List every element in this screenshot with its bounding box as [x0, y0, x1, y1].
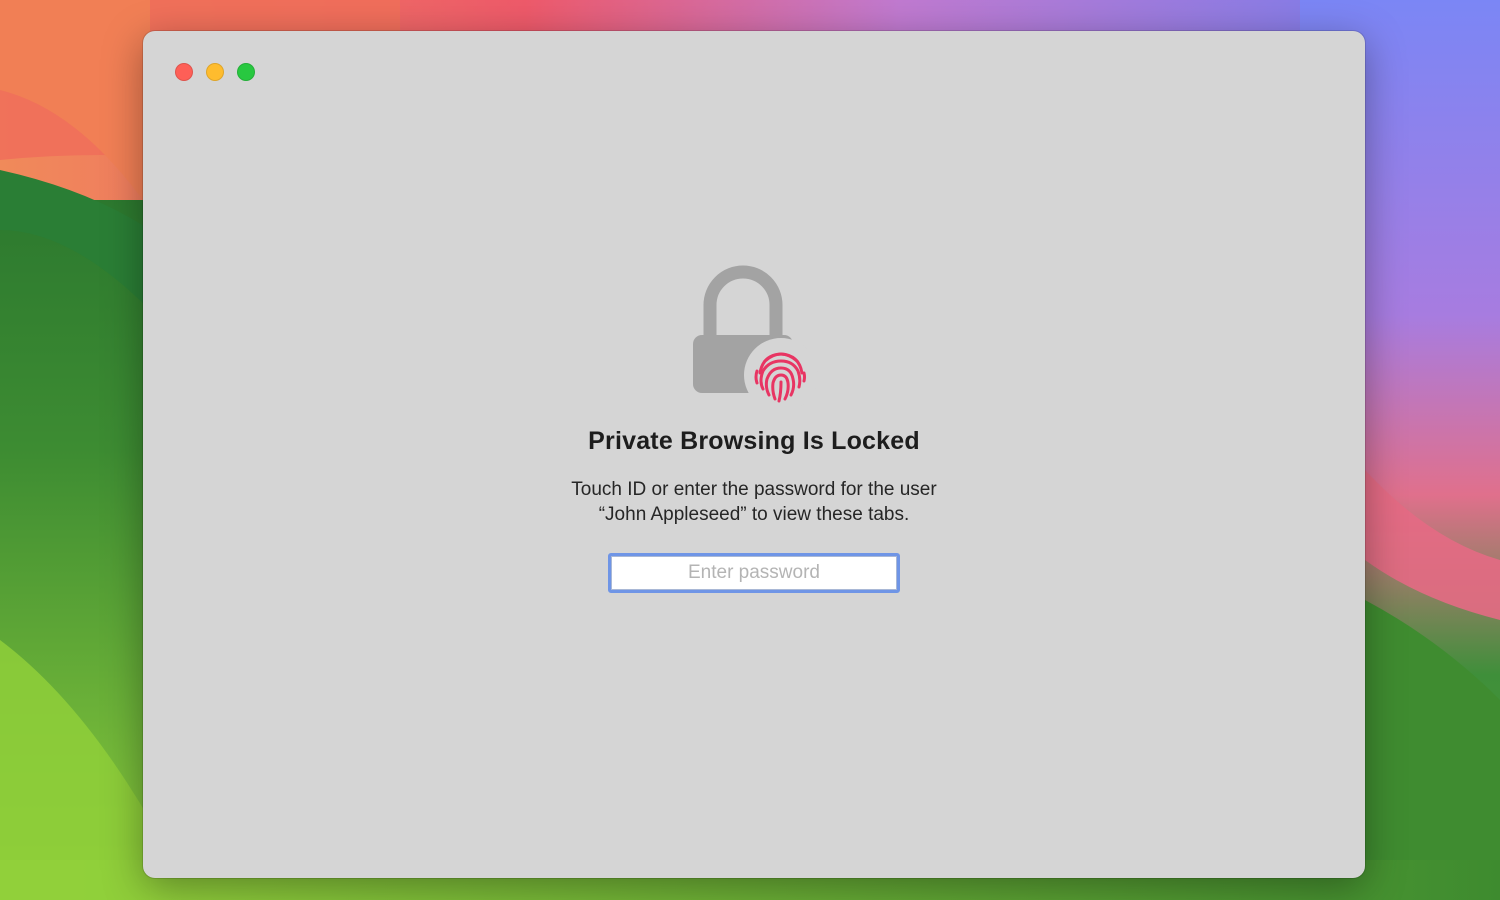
browser-window: Private Browsing Is Locked Touch ID or e… [143, 31, 1365, 878]
minimize-window-button[interactable] [206, 63, 224, 81]
lock-illustration [691, 253, 821, 413]
desktop: Private Browsing Is Locked Touch ID or e… [0, 0, 1500, 900]
window-controls [175, 63, 255, 81]
unlock-instructions: Touch ID or enter the password for the u… [143, 477, 1365, 527]
instructions-line-1: Touch ID or enter the password for the u… [571, 479, 937, 500]
page-title: Private Browsing Is Locked [588, 427, 920, 455]
password-field-focus-ring [608, 553, 900, 593]
zoom-window-button[interactable] [237, 63, 255, 81]
instructions-line-2: “John Appleseed” to view these tabs. [598, 504, 910, 525]
close-window-button[interactable] [175, 63, 193, 81]
password-input[interactable] [611, 556, 897, 590]
fingerprint-icon [744, 338, 818, 412]
